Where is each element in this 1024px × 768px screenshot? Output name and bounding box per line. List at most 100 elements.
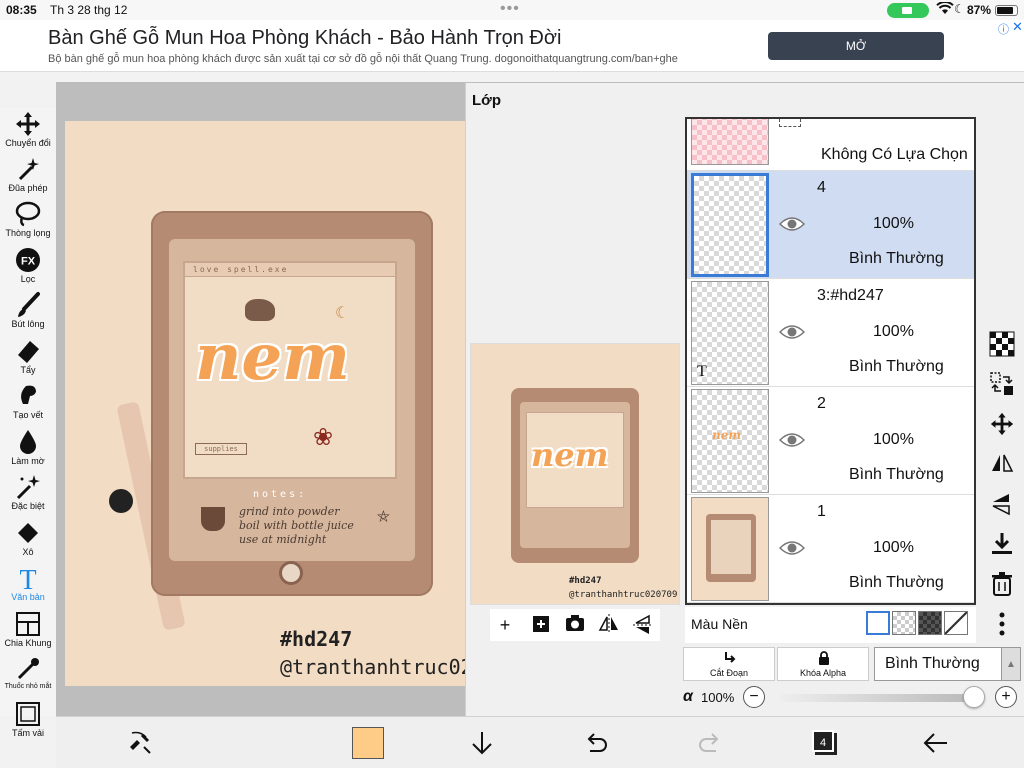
tool-lasso[interactable]: Thòng lọng <box>0 200 56 238</box>
ad-close-icon[interactable]: ✕ <box>1012 19 1023 35</box>
opacity-slider-knob[interactable] <box>963 686 985 708</box>
checkerboard-icon[interactable] <box>989 331 1015 357</box>
layer-row[interactable]: T 3:#hd247 100% Bình Thường <box>687 279 974 387</box>
alpha-lock-button[interactable]: Khóa Alpha <box>777 647 869 681</box>
tool-canvas[interactable]: Tấm vải <box>0 700 56 738</box>
layer-row[interactable]: nem 2 100% Bình Thường <box>687 387 974 495</box>
ad-banner[interactable]: Bàn Ghế Gỗ Mun Hoa Phòng Khách - Bảo Hàn… <box>0 19 1024 72</box>
artwork-canvas[interactable]: love spell.exe ☾ nem ❀ supplies notes: g… <box>65 121 510 686</box>
tool-transform[interactable]: Chuyển đổi <box>0 110 56 148</box>
multitasking-dots-icon[interactable]: ••• <box>500 0 520 18</box>
ad-title[interactable]: Bàn Ghế Gỗ Mun Hoa Phòng Khách - Bảo Hàn… <box>48 27 561 50</box>
add-layer-copy-icon[interactable] <box>530 614 552 636</box>
clipping-button[interactable]: Cắt Đoạn <box>683 647 775 681</box>
layer-transfer-icon[interactable] <box>989 371 1015 397</box>
tablet-drawing: love spell.exe ☾ nem ❀ supplies notes: g… <box>151 211 433 596</box>
opacity-slider[interactable] <box>779 694 969 702</box>
tablet-screen: love spell.exe ☾ nem ❀ supplies notes: g… <box>169 239 415 561</box>
layer-actions-bar: + <box>490 609 660 641</box>
tool-smudge[interactable]: Tạo vết <box>0 382 56 420</box>
flip-vertical-icon[interactable] <box>632 614 654 636</box>
redo-icon[interactable] <box>696 729 724 757</box>
tool-bucket-label: Xô <box>22 547 34 557</box>
primary-color-swatch[interactable] <box>352 727 384 759</box>
opacity-decrease-button[interactable]: − <box>743 686 765 708</box>
svg-text:FX: FX <box>21 256 36 268</box>
blur-icon <box>20 430 36 454</box>
background-color-label: Màu Nền <box>691 616 748 632</box>
move-icon <box>16 112 40 136</box>
opacity-increase-button[interactable]: + <box>995 686 1017 708</box>
camera-icon[interactable] <box>564 614 586 636</box>
eye-icon[interactable] <box>779 540 805 556</box>
bg-dark-checker-swatch[interactable] <box>918 611 942 635</box>
merge-down-icon[interactable] <box>989 531 1015 557</box>
undo-icon[interactable] <box>582 729 610 757</box>
clipping-label: Cắt Đoạn <box>709 668 749 678</box>
spell-window: love spell.exe ☾ nem ❀ supplies <box>183 261 397 479</box>
more-options-icon[interactable] <box>989 611 1015 637</box>
status-date: Th 3 28 thg 12 <box>50 3 128 17</box>
tool-brush[interactable]: Bút lông <box>0 291 56 329</box>
tool-eyedropper[interactable]: Thuốc nhỏ mắt <box>0 655 56 690</box>
battery-icon <box>995 5 1018 16</box>
layers-button[interactable]: 4 <box>812 730 834 752</box>
ad-info-icon[interactable]: ⓘ <box>998 21 1009 37</box>
bg-none-swatch[interactable] <box>944 611 968 635</box>
tool-special[interactable]: Đặc biệt <box>0 473 56 511</box>
layer-blend: Bình Thường <box>849 250 944 267</box>
tool-text[interactable]: T Văn bản <box>0 564 56 602</box>
artwork-hashtag: #hd247 <box>280 627 353 651</box>
tool-filter[interactable]: FX Lọc <box>0 246 56 284</box>
tool-canvas-label: Tấm vải <box>11 728 44 738</box>
layer-name: 1 <box>817 503 826 520</box>
eye-icon[interactable] <box>779 216 805 232</box>
frame-divider-icon <box>16 612 40 636</box>
layer-name: 3:#hd247 <box>817 287 884 304</box>
delete-layer-icon[interactable] <box>989 571 1015 597</box>
tool-magic-wand[interactable]: Đũa phép <box>0 155 56 193</box>
move-layer-icon[interactable] <box>989 411 1015 437</box>
ad-open-button[interactable]: MỞ <box>768 32 944 60</box>
tool-lasso-label: Thòng lọng <box>5 228 51 238</box>
tool-frame-divider-label: Chia Khung <box>4 638 52 648</box>
layer-thumbnail: nem <box>691 389 769 493</box>
blend-mode-select[interactable]: Bình Thường <box>874 647 1004 681</box>
selection-marquee-icon <box>779 119 801 127</box>
flip-layer-horizontal-icon[interactable] <box>989 451 1015 477</box>
eye-icon[interactable] <box>779 432 805 448</box>
add-layer-icon[interactable]: + <box>494 614 516 636</box>
preview-tablet: nem <box>511 388 639 563</box>
arrow-down-icon[interactable] <box>468 729 496 757</box>
tool-blur[interactable]: Làm mờ <box>0 428 56 466</box>
layer-opacity: 100% <box>873 215 914 232</box>
tool-text-label: Văn bản <box>11 592 45 602</box>
tool-bucket[interactable]: Xô <box>0 519 56 557</box>
bg-checker-swatch[interactable] <box>892 611 916 635</box>
blend-mode-dropdown-icon[interactable]: ▲ <box>1001 647 1021 681</box>
tool-magic-wand-label: Đũa phép <box>8 183 48 193</box>
layer-thumbnail <box>691 497 769 601</box>
layer-row[interactable]: 4 100% Bình Thường <box>687 171 974 279</box>
eye-icon[interactable] <box>779 324 805 340</box>
smudge-icon <box>21 385 36 404</box>
tool-sidebar: Chuyển đổi Đũa phép Thòng lọng FX Lọc Bú… <box>0 108 56 738</box>
layer-name: 4 <box>817 179 826 196</box>
flip-horizontal-icon[interactable] <box>598 614 620 636</box>
status-bar: 08:35 Th 3 28 thg 12 ••• ☾ 87% <box>0 0 1024 20</box>
brush-swap-icon[interactable] <box>126 729 154 757</box>
tool-eyedropper-label: Thuốc nhỏ mắt <box>4 683 52 690</box>
bg-white-swatch[interactable] <box>866 611 890 635</box>
tool-special-label: Đặc biệt <box>11 501 45 511</box>
back-arrow-icon[interactable] <box>922 729 950 757</box>
selection-layer-row[interactable]: Không Có Lựa Chọn <box>687 119 974 171</box>
layer-panel-title: Lớp <box>472 92 501 109</box>
pentagram-icon: ⛤ <box>377 509 390 526</box>
flip-layer-vertical-icon[interactable] <box>989 491 1015 517</box>
spell-window-title: love spell.exe <box>185 263 395 277</box>
layer-list[interactable]: Không Có Lựa Chọn 4 100% Bình Thường T 3… <box>685 117 976 605</box>
tool-eraser[interactable]: Tẩy <box>0 337 56 375</box>
layer-row[interactable]: 1 100% Bình Thường <box>687 495 974 603</box>
tool-frame-divider[interactable]: Chia Khung <box>0 610 56 648</box>
text-icon: T <box>19 565 36 592</box>
